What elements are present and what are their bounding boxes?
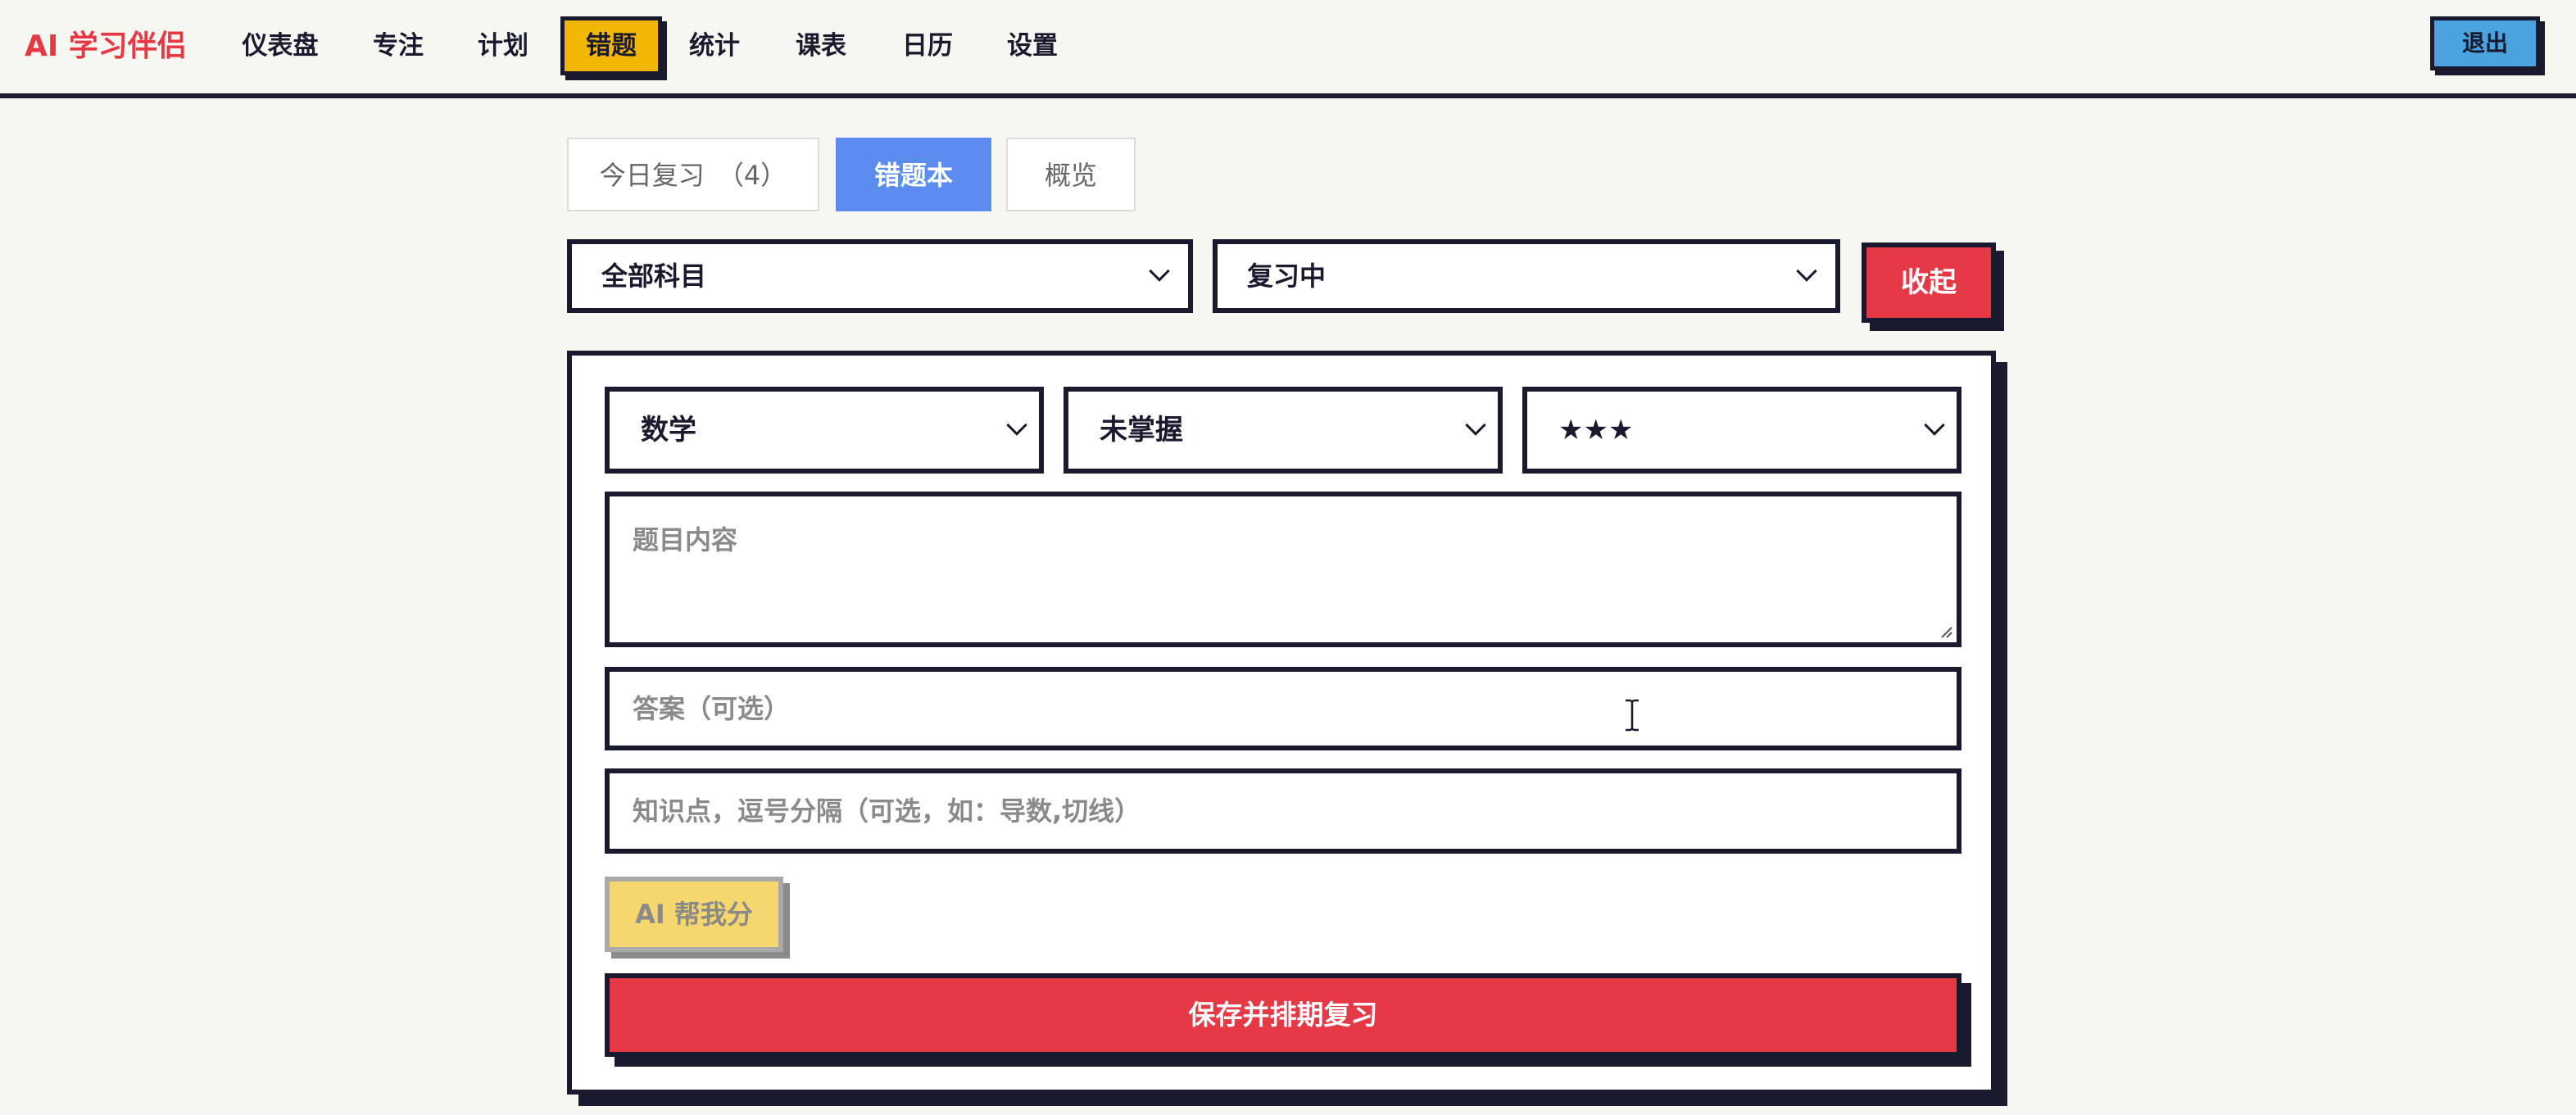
- nav-item-calendar[interactable]: 日历: [895, 16, 960, 75]
- status-filter-value: 复习中: [1247, 261, 1327, 292]
- form-subject-value: 数学: [641, 414, 696, 446]
- nav-item-dashboard[interactable]: 仪表盘: [233, 16, 328, 75]
- resize-handle-icon[interactable]: [1939, 624, 1953, 639]
- ai-classify-button[interactable]: AI 帮我分: [605, 877, 783, 952]
- nav-item-settings[interactable]: 设置: [1000, 16, 1065, 75]
- knowledge-points-placeholder: 知识点，逗号分隔（可选，如：导数,切线）: [633, 795, 1141, 827]
- chevron-down-icon: [1006, 415, 1027, 436]
- question-placeholder: 题目内容: [633, 524, 738, 555]
- chevron-down-icon: [1924, 415, 1945, 436]
- save-and-schedule-button[interactable]: 保存并排期复习: [605, 973, 1961, 1057]
- chevron-down-icon: [1465, 415, 1486, 436]
- form-difficulty-select[interactable]: ★★★: [1522, 387, 1961, 474]
- nav-item-timetable[interactable]: 课表: [788, 16, 854, 75]
- answer-placeholder: 答案（可选）: [633, 693, 791, 724]
- app-brand[interactable]: AI 学习伴侣: [25, 25, 187, 69]
- text-cursor-icon: [1626, 699, 1639, 732]
- tab-overview[interactable]: 概览: [1006, 138, 1136, 211]
- collapse-button[interactable]: 收起: [1862, 242, 1996, 323]
- nav-item-plan[interactable]: 计划: [470, 16, 536, 75]
- tab-review-today-count: （4）: [717, 160, 787, 191]
- form-mastery-select[interactable]: 未掌握: [1064, 387, 1503, 474]
- nav-item-mistakes[interactable]: 错题: [560, 16, 662, 75]
- form-difficulty-value: ★★★: [1558, 414, 1634, 446]
- subject-filter-select[interactable]: 全部科目: [567, 239, 1193, 313]
- logout-button[interactable]: 退出: [2430, 16, 2540, 70]
- question-textarea[interactable]: 题目内容: [605, 492, 1961, 647]
- form-mastery-value: 未掌握: [1100, 414, 1183, 446]
- answer-input[interactable]: 答案（可选）: [605, 667, 1961, 750]
- tab-mistake-book[interactable]: 错题本: [836, 138, 991, 211]
- tab-review-today[interactable]: 今日复习 （4）: [567, 138, 819, 211]
- top-nav: AI 学习伴侣 仪表盘 专注 计划 错题 统计 课表 日历 设置 退出: [0, 0, 2576, 98]
- tab-review-today-label: 今日复习: [599, 160, 705, 191]
- knowledge-points-input[interactable]: 知识点，逗号分隔（可选，如：导数,切线）: [605, 768, 1961, 854]
- nav-item-focus[interactable]: 专注: [365, 16, 431, 75]
- chevron-down-icon: [1796, 261, 1817, 282]
- nav-item-stats[interactable]: 统计: [682, 16, 747, 75]
- chevron-down-icon: [1149, 261, 1170, 282]
- subject-filter-value: 全部科目: [601, 261, 707, 292]
- form-subject-select[interactable]: 数学: [605, 387, 1044, 474]
- status-filter-select[interactable]: 复习中: [1213, 239, 1840, 313]
